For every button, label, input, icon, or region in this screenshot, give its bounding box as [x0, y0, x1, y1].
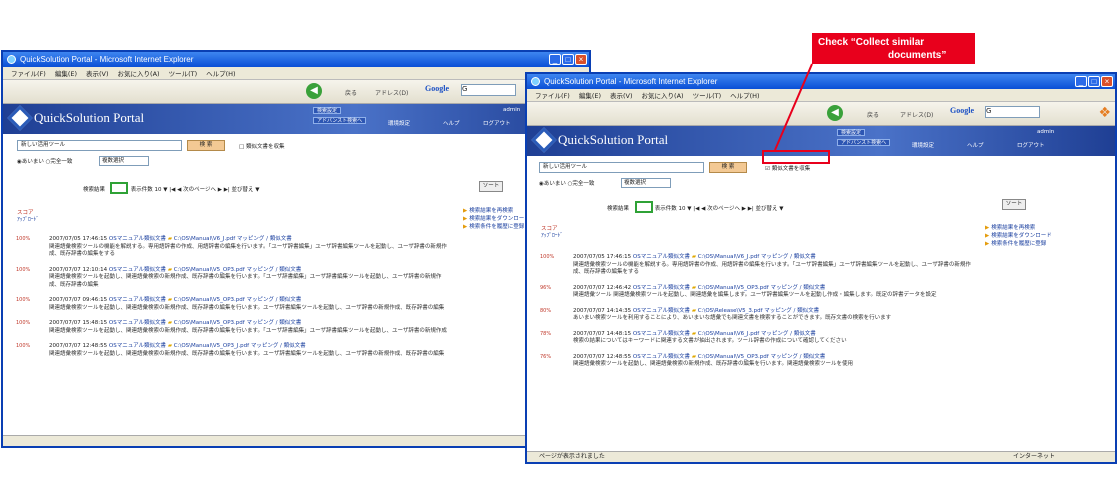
callout-pointer [774, 63, 813, 151]
callout-pointer-line [774, 63, 813, 151]
collect-similar-highlight [762, 150, 830, 164]
